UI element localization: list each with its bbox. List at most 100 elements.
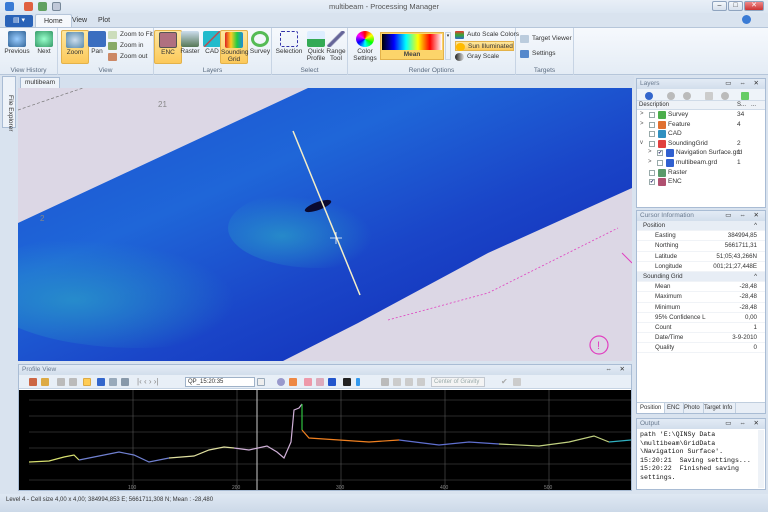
flag-icon[interactable] xyxy=(289,378,297,386)
zoom-out-button[interactable]: Zoom out xyxy=(108,52,147,62)
layer-item[interactable]: > multibeam.grd 1 xyxy=(637,158,765,168)
output-scrollbar[interactable] xyxy=(758,430,764,488)
column-header[interactable]: S... xyxy=(737,101,746,110)
layer-item[interactable]: v SoundingGrid 2 xyxy=(637,139,765,149)
color-settings-button[interactable]: Color Settings xyxy=(350,30,380,64)
zoom-to-fit-button[interactable]: Zoom to Fit xyxy=(108,30,153,40)
panel-controls[interactable]: ▭ ⇔ ✕ xyxy=(725,211,762,221)
zoom-out-icon[interactable] xyxy=(69,378,77,386)
profile-line xyxy=(608,439,632,443)
collapse-icon[interactable]: ^ xyxy=(754,272,757,282)
zoom-icon[interactable] xyxy=(83,378,91,386)
expand-icon[interactable]: > xyxy=(648,148,654,158)
sounding-grid-button[interactable]: Sounding Grid xyxy=(220,30,248,64)
target-viewer-button[interactable]: Target Viewer xyxy=(520,34,572,44)
settings-icon[interactable] xyxy=(277,378,285,386)
document-tab-multibeam[interactable]: multibeam xyxy=(20,77,60,88)
zoom-in-icon[interactable] xyxy=(57,378,65,386)
profile-select[interactable]: QP_15:20:35 xyxy=(185,377,255,387)
layer-item[interactable]: > ✔ Navigation Surface.grd 1 xyxy=(637,148,765,158)
auto-scale-colors-button[interactable]: Auto Scale Colors xyxy=(455,30,519,40)
tab-plot[interactable]: Plot xyxy=(90,14,118,27)
spike-icon[interactable] xyxy=(304,378,312,386)
filter-icon[interactable] xyxy=(316,378,324,386)
pan-button[interactable]: Pan xyxy=(83,30,111,64)
table-icon[interactable] xyxy=(405,378,413,386)
layer-checkbox[interactable]: ✔ xyxy=(657,150,663,157)
layer-item[interactable]: CAD xyxy=(637,129,765,139)
grid-icon[interactable] xyxy=(393,378,401,386)
gallery-scroll[interactable]: ▾ xyxy=(445,32,451,60)
file-explorer-tab[interactable]: File Explorer xyxy=(2,76,16,131)
previous-button[interactable]: Previous xyxy=(3,30,31,64)
layer-item[interactable]: > Survey 34 xyxy=(637,110,765,120)
layer-item[interactable]: ✔ ENC xyxy=(637,177,765,187)
map-view[interactable]: ! 21 2 xyxy=(18,88,632,361)
check-icon[interactable]: ✔ xyxy=(501,378,509,386)
layer-icon xyxy=(658,139,666,148)
layer-item[interactable]: > Feature 4 xyxy=(637,120,765,130)
sun-illuminated-button[interactable]: Sun Illuminated xyxy=(455,41,514,51)
app-menu-button[interactable]: ▤ ▾ xyxy=(5,15,33,27)
expand-icon[interactable]: v xyxy=(640,139,646,149)
edit-icon[interactable] xyxy=(417,378,425,386)
arrow-icon[interactable] xyxy=(356,378,360,386)
layer-item[interactable]: Raster xyxy=(637,168,765,178)
range-tool-button[interactable]: Range Tool xyxy=(322,30,350,64)
print-icon[interactable] xyxy=(381,378,389,386)
method-select[interactable]: Center of Gravity xyxy=(431,377,485,387)
tab-position[interactable]: Position xyxy=(637,403,666,413)
survey-layer-button[interactable]: Survey xyxy=(246,30,274,64)
remove-icon[interactable] xyxy=(705,92,713,100)
section-header[interactable]: Position ^ xyxy=(637,221,765,232)
layer-checkbox[interactable] xyxy=(649,121,655,128)
layer-checkbox[interactable] xyxy=(649,131,655,138)
panel-controls[interactable]: ▭ ⇔ ✕ xyxy=(725,79,762,89)
help-icon[interactable] xyxy=(742,15,751,24)
tab-target-info[interactable]: Target Info xyxy=(701,403,737,413)
column-header[interactable]: ... xyxy=(751,101,756,110)
info-icon[interactable] xyxy=(721,92,729,100)
label: Pan xyxy=(91,48,103,55)
section-header[interactable]: Sounding Grid ^ xyxy=(637,271,765,283)
down-icon[interactable] xyxy=(683,92,691,100)
layer-checkbox[interactable] xyxy=(657,159,663,166)
layer-checkbox[interactable]: ✔ xyxy=(649,179,655,186)
maximize-button[interactable]: □ xyxy=(728,1,743,11)
expand-icon[interactable]: > xyxy=(648,158,654,168)
column-header[interactable]: Description xyxy=(639,102,669,108)
save-icon[interactable] xyxy=(328,378,336,386)
report-icon[interactable] xyxy=(29,378,37,386)
close-button[interactable]: ✕ xyxy=(744,1,764,11)
expand-icon[interactable]: > xyxy=(640,120,646,130)
layer-checkbox[interactable] xyxy=(649,140,655,147)
fit-icon[interactable] xyxy=(109,378,117,386)
measure-icon[interactable] xyxy=(121,378,129,386)
color-icon[interactable] xyxy=(343,378,351,386)
navigation-buttons[interactable]: |‹ ‹ › ›| xyxy=(137,378,177,386)
pan-icon[interactable] xyxy=(97,378,105,386)
zoom-in-button[interactable]: Zoom in xyxy=(108,41,143,51)
dropdown-icon[interactable] xyxy=(257,378,265,386)
gray-scale-button[interactable]: Gray Scale xyxy=(455,52,499,62)
panel-controls[interactable]: ⇔ ✕ xyxy=(605,365,628,375)
x-tick-label: 200 xyxy=(232,485,241,490)
disk-icon[interactable] xyxy=(513,378,521,386)
profile-chart[interactable]: 100 200 300 400 500 xyxy=(19,390,632,491)
edit-icon[interactable] xyxy=(41,378,49,386)
expand-icon[interactable]: > xyxy=(640,110,646,120)
label: Range Tool xyxy=(326,48,346,62)
minimize-button[interactable]: – xyxy=(712,1,727,11)
panel-controls[interactable]: ▭ ⇔ ✕ xyxy=(725,419,762,429)
add-layer-icon[interactable] xyxy=(741,92,749,100)
target-settings-button[interactable]: Settings xyxy=(520,49,556,59)
color-wheel-icon xyxy=(356,31,374,47)
layer-checkbox[interactable] xyxy=(649,169,655,176)
next-button[interactable]: Next xyxy=(30,30,58,64)
layer-checkbox[interactable] xyxy=(649,112,655,118)
globe-icon[interactable] xyxy=(645,92,653,100)
collapse-icon[interactable]: ^ xyxy=(754,221,757,231)
selection-button[interactable]: Selection xyxy=(274,30,304,64)
up-icon[interactable] xyxy=(667,92,675,100)
palette-gallery[interactable]: Mean xyxy=(380,32,444,60)
